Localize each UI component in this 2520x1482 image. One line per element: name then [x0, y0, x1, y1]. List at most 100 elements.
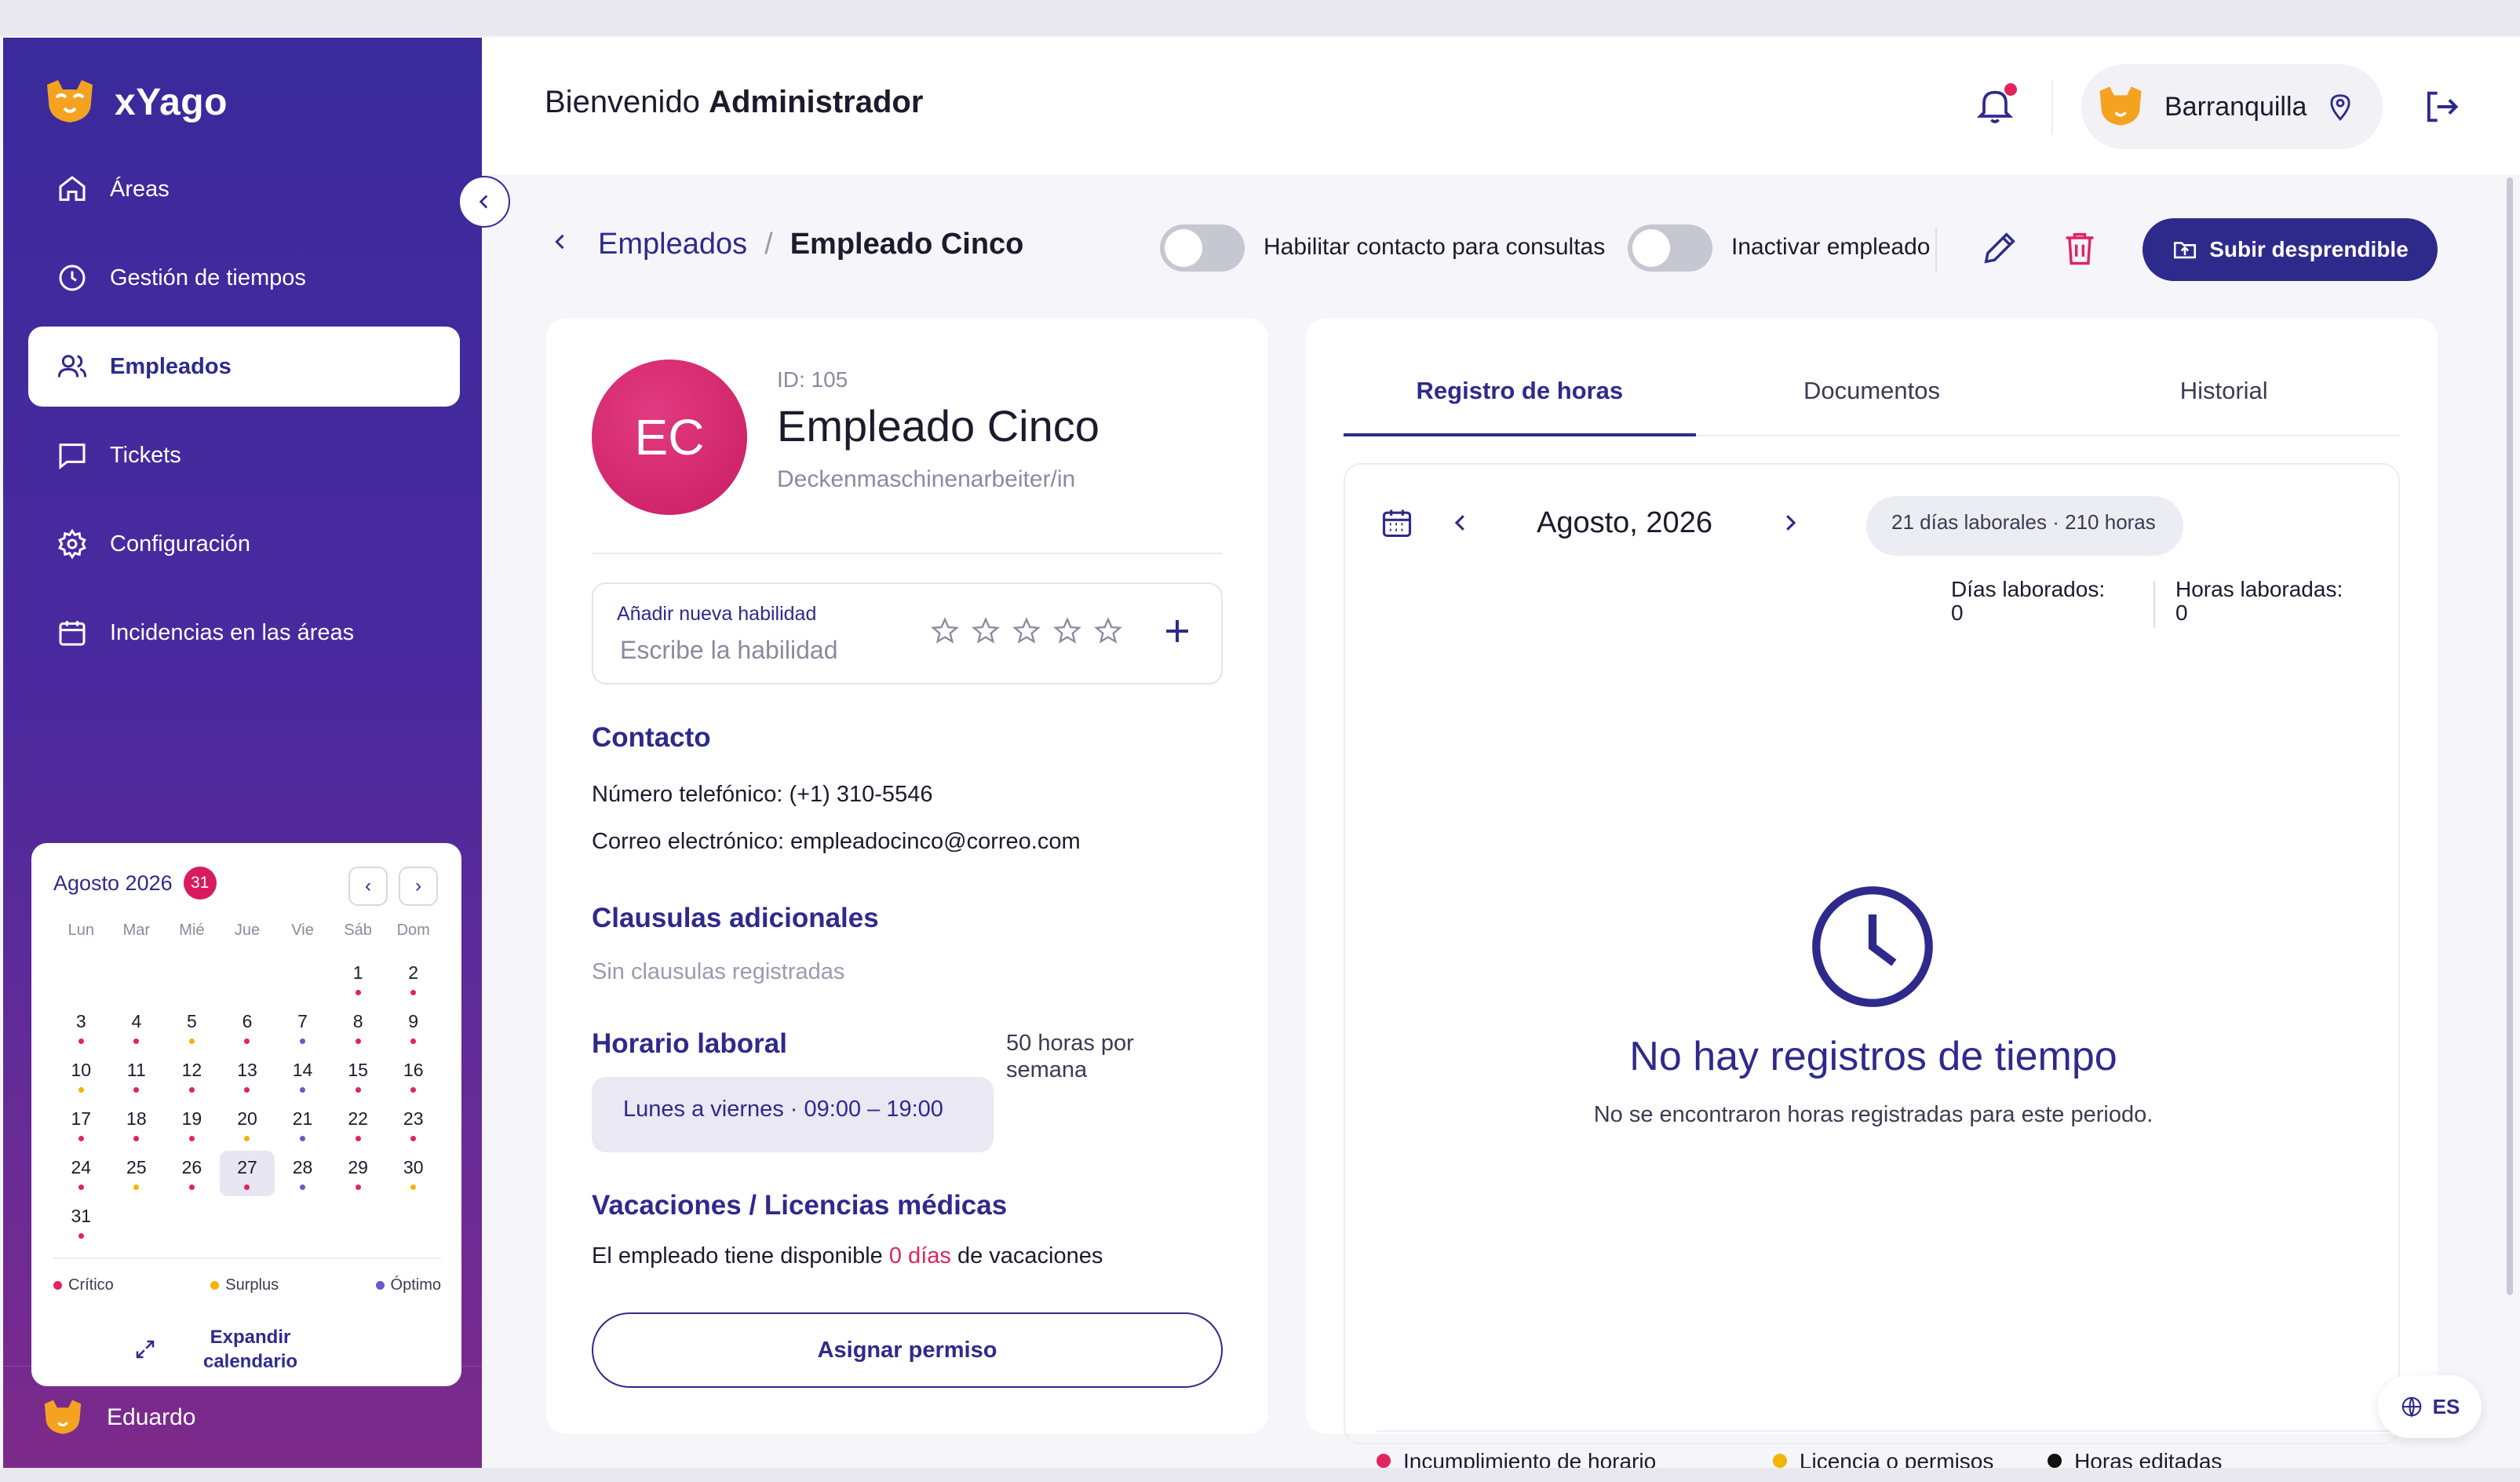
scrollbar[interactable]: [2507, 177, 2513, 1295]
breadcrumb-parent[interactable]: Empleados: [598, 228, 747, 261]
calendar-day-number: 23: [403, 1108, 424, 1129]
assign-permission-button[interactable]: Asignar permiso: [592, 1312, 1223, 1388]
chevron-right-icon[interactable]: [1778, 511, 1802, 535]
calendar-day[interactable]: 24: [53, 1151, 109, 1196]
mini-calendar-next-button[interactable]: ›: [399, 867, 438, 906]
location-selector[interactable]: Barranquilla: [2081, 64, 2383, 149]
calendar-day[interactable]: 9: [385, 1005, 441, 1050]
calendar-day[interactable]: 21: [275, 1102, 330, 1148]
calendar-day[interactable]: 18: [109, 1102, 165, 1148]
star-icon[interactable]: [1092, 615, 1124, 647]
calendar-day[interactable]: 10: [53, 1053, 109, 1099]
hours-worked: Horas laboradas: 0: [2175, 578, 2343, 625]
calendar-day-number: 25: [126, 1157, 147, 1177]
calendar-day[interactable]: 30: [385, 1151, 441, 1196]
calendar-day[interactable]: 11: [109, 1053, 165, 1099]
trash-icon[interactable]: [2059, 228, 2100, 268]
upload-payslip-button[interactable]: Subir desprendible: [2143, 218, 2438, 281]
calendar-day[interactable]: 19: [164, 1102, 220, 1148]
calendar-day[interactable]: 7: [275, 1005, 330, 1050]
calendar-day[interactable]: 13: [220, 1053, 275, 1099]
status-dot: [78, 1136, 84, 1141]
sidebar-user[interactable]: Eduardo: [3, 1366, 482, 1468]
back-button[interactable]: [549, 229, 571, 260]
tab-history[interactable]: Historial: [2048, 363, 2400, 435]
calendar-day[interactable]: 22: [330, 1102, 386, 1148]
add-skill-plus-icon[interactable]: [1158, 612, 1196, 650]
calendar-day[interactable]: 23: [385, 1102, 441, 1148]
calendar-day-number: 12: [181, 1060, 202, 1080]
location-name: Barranquilla: [2164, 91, 2307, 122]
calendar-day[interactable]: 27: [219, 1151, 275, 1196]
employee-avatar: EC: [592, 360, 747, 515]
star-icon[interactable]: [929, 615, 961, 647]
calendar-day[interactable]: 17: [53, 1102, 109, 1148]
calendar-day[interactable]: 25: [109, 1151, 165, 1196]
language-button[interactable]: ES: [2378, 1375, 2482, 1438]
calendar-day[interactable]: 4: [109, 1005, 165, 1050]
tab-documents[interactable]: Documentos: [1696, 363, 2048, 435]
star-icon[interactable]: [970, 615, 1001, 647]
app-logo[interactable]: xYago: [42, 78, 228, 126]
calendar-day[interactable]: 31: [53, 1199, 109, 1245]
upload-payslip-label: Subir desprendible: [2209, 237, 2409, 261]
calendar-day-number: 22: [348, 1108, 368, 1129]
language-code: ES: [2432, 1394, 2460, 1418]
calendar-icon[interactable]: [1380, 506, 1414, 540]
calendar-day[interactable]: 29: [330, 1151, 386, 1196]
calendar-day[interactable]: 20: [220, 1102, 275, 1148]
employee-name: Empleado Cinco: [777, 401, 1100, 451]
calendar-day[interactable]: 6: [220, 1005, 275, 1050]
calendar-day[interactable]: 16: [385, 1053, 441, 1099]
calendar-day-number: 18: [126, 1108, 147, 1129]
sidebar-item-label: Empleados: [110, 353, 232, 379]
status-dot: [355, 1136, 361, 1141]
status-dot: [355, 1087, 361, 1093]
calendar-day[interactable]: 2: [385, 956, 441, 1002]
inactivate-toggle[interactable]: [1628, 224, 1712, 272]
status-dot: [410, 1038, 417, 1044]
status-dot: [133, 1185, 140, 1190]
map-pin-icon: [2330, 94, 2350, 121]
sidebar-item-areas[interactable]: Áreas: [28, 149, 460, 229]
calendar-day-number: 17: [71, 1108, 92, 1129]
mini-calendar-prev-button[interactable]: ‹: [348, 867, 388, 906]
calendar-day[interactable]: 12: [164, 1053, 220, 1099]
sidebar-item-time-management[interactable]: Gestión de tiempos: [28, 238, 460, 318]
calendar-day-number: 27: [237, 1157, 257, 1177]
calendar-day[interactable]: 3: [53, 1005, 109, 1050]
home-icon: [59, 176, 86, 201]
sidebar-item-employees[interactable]: Empleados: [28, 327, 460, 407]
calendar-day[interactable]: 8: [330, 1005, 386, 1050]
calendar-day[interactable]: 26: [164, 1151, 220, 1196]
star-icon[interactable]: [1011, 615, 1042, 647]
calendar-day-number: 29: [348, 1157, 368, 1177]
clock-icon: [59, 265, 86, 291]
weekday-label: Lun: [67, 922, 94, 939]
star-icon[interactable]: [1052, 615, 1083, 647]
collapse-sidebar-button[interactable]: [458, 176, 510, 228]
employee-card: EC ID: 105 Empleado Cinco Deckenmaschine…: [546, 319, 1268, 1433]
calendar-day[interactable]: 1: [330, 956, 386, 1002]
skill-input[interactable]: Escribe la habilidad: [620, 636, 838, 665]
contact-toggle[interactable]: [1160, 224, 1245, 272]
calendar-day[interactable]: 15: [330, 1053, 386, 1099]
sidebar-item-tickets[interactable]: Tickets: [28, 415, 460, 495]
calendar-icon: [59, 621, 86, 646]
calendar-day-number: 1: [352, 962, 363, 983]
sidebar-item-settings[interactable]: Configuración: [28, 504, 460, 584]
welcome-prefix: Bienvenido: [545, 85, 700, 119]
days-worked-value: 0: [1951, 600, 1964, 625]
logout-icon[interactable]: [2420, 86, 2461, 127]
tab-hours[interactable]: Registro de horas: [1344, 363, 1696, 436]
edit-icon[interactable]: [1979, 228, 2020, 268]
calendar-day[interactable]: 5: [164, 1005, 220, 1050]
schedule-hours: 50 horas por semana: [1006, 1031, 1134, 1082]
weekday-label: Vie: [291, 922, 314, 939]
calendar-day[interactable]: 14: [275, 1053, 330, 1099]
month-summary: 21 días laborales · 210 horas: [1866, 496, 2183, 556]
calendar-day[interactable]: 28: [275, 1151, 330, 1196]
sidebar-item-incidents[interactable]: Incidencias en las áreas: [28, 593, 460, 673]
sidebar-item-label: Incidencias en las áreas: [110, 619, 355, 645]
chevron-left-icon[interactable]: [1449, 511, 1472, 535]
